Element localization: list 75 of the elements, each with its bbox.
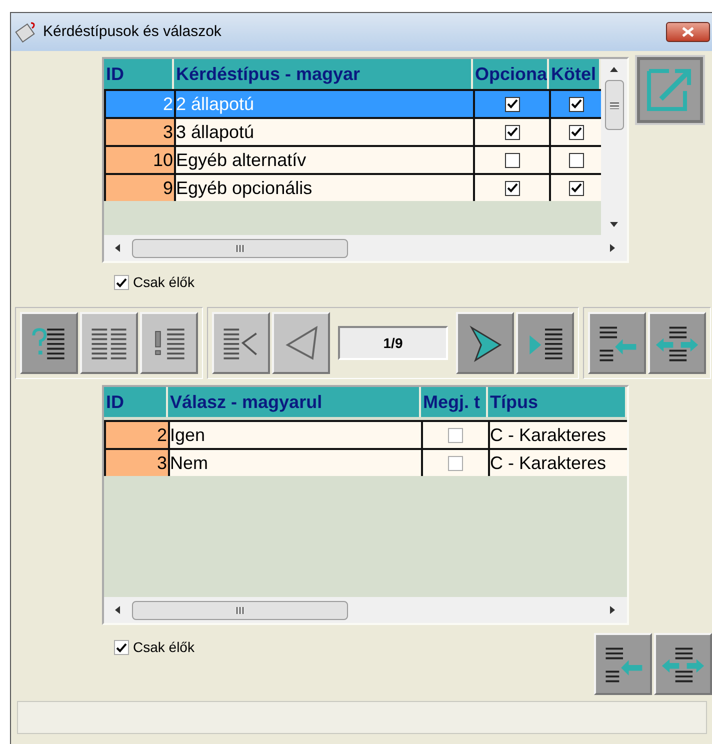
table-cell: 2 állapotú	[174, 89, 473, 117]
table-cell: 3	[104, 117, 174, 145]
check-icon	[506, 127, 518, 137]
grip-icon	[610, 102, 618, 108]
checkbox[interactable]	[568, 180, 584, 196]
table-cell: 10	[104, 145, 174, 173]
check-icon	[570, 99, 582, 109]
check-icon	[506, 99, 518, 109]
check-icon	[116, 642, 127, 652]
check-icon	[570, 183, 582, 193]
toolbar-button[interactable]	[648, 312, 706, 374]
close-button[interactable]	[666, 22, 710, 42]
checkbox[interactable]	[504, 180, 520, 196]
toolbar-button[interactable]	[588, 312, 646, 374]
scroll-thumb[interactable]	[132, 238, 348, 258]
vertical-scrollbar[interactable]	[601, 59, 627, 235]
left-arrow-icon	[115, 606, 121, 614]
checkbox[interactable]	[114, 275, 129, 290]
check-icon	[116, 278, 127, 288]
column-header[interactable]: Típus	[488, 387, 627, 417]
record-counter: 1/9	[338, 326, 448, 360]
table-cell: C - Karakteres	[488, 420, 627, 448]
check-icon	[506, 183, 518, 193]
table-cell: C - Karakteres	[488, 448, 627, 476]
scroll-thumb[interactable]	[604, 80, 624, 130]
checkbox[interactable]	[504, 124, 520, 140]
window-title: Kérdéstípusok és válaszok	[43, 22, 222, 42]
down-arrow-icon	[610, 222, 618, 227]
column-header[interactable]: Opciona	[473, 59, 549, 89]
table-cell: 3 állapotú	[174, 117, 473, 145]
column-header[interactable]: Kérdéstípus - magyar	[174, 59, 473, 89]
toolbar-button[interactable]	[456, 312, 514, 374]
toolbar-button[interactable]	[594, 633, 652, 695]
up-arrow-icon	[610, 67, 618, 72]
grip-icon	[236, 606, 244, 614]
column-header[interactable]: ID	[104, 59, 174, 89]
table-cell: Nem	[168, 448, 421, 476]
table-row[interactable]: 2 2 állapotú	[104, 89, 601, 117]
checkbox[interactable]	[448, 428, 463, 442]
close-icon	[682, 27, 694, 37]
left-arrow-icon	[115, 244, 121, 252]
table-cell: Egyéb alternatív	[174, 145, 473, 173]
checkbox[interactable]	[568, 96, 584, 112]
toolbar-button[interactable]	[20, 312, 78, 374]
checkbox[interactable]	[504, 152, 520, 168]
table-cell: 9	[104, 173, 174, 201]
table-row[interactable]: 3 3 állapotú	[104, 117, 601, 145]
table-row[interactable]: 9 Egyéb opcionális	[104, 173, 601, 201]
column-header[interactable]: ID	[104, 387, 168, 417]
toolbar-button[interactable]	[654, 633, 712, 695]
right-arrow-icon	[610, 606, 616, 614]
horizontal-scrollbar[interactable]	[104, 235, 627, 261]
check-icon	[570, 127, 582, 137]
checkbox[interactable]	[568, 152, 584, 168]
table-row[interactable]: 3 Nem C - Karakteres	[104, 448, 627, 476]
table-row[interactable]: 10 Egyéb alternatív	[104, 145, 601, 173]
horizontal-scrollbar[interactable]	[104, 597, 627, 623]
table-cell: Egyéb opcionális	[174, 173, 473, 201]
table-row[interactable]: 2 Igen C - Karakteres	[104, 420, 627, 448]
grip-icon	[236, 244, 244, 252]
toolbar-button[interactable]	[516, 312, 574, 374]
checkbox-label: Csak élők	[133, 273, 194, 292]
scroll-thumb[interactable]	[132, 600, 348, 620]
checkbox[interactable]	[504, 96, 520, 112]
checkbox[interactable]	[568, 124, 584, 140]
table-cell: Igen	[168, 420, 421, 448]
checkbox[interactable]	[448, 456, 463, 470]
table-cell: 3	[104, 448, 168, 476]
column-header[interactable]: Megj. t	[421, 387, 488, 417]
right-arrow-icon	[610, 244, 616, 252]
checkbox-label: Csak élők	[133, 638, 194, 657]
checkbox[interactable]	[114, 640, 129, 655]
column-header[interactable]: Kötel	[549, 59, 601, 89]
column-header[interactable]: Válasz - magyarul	[168, 387, 421, 417]
table-cell: 2	[104, 420, 168, 448]
